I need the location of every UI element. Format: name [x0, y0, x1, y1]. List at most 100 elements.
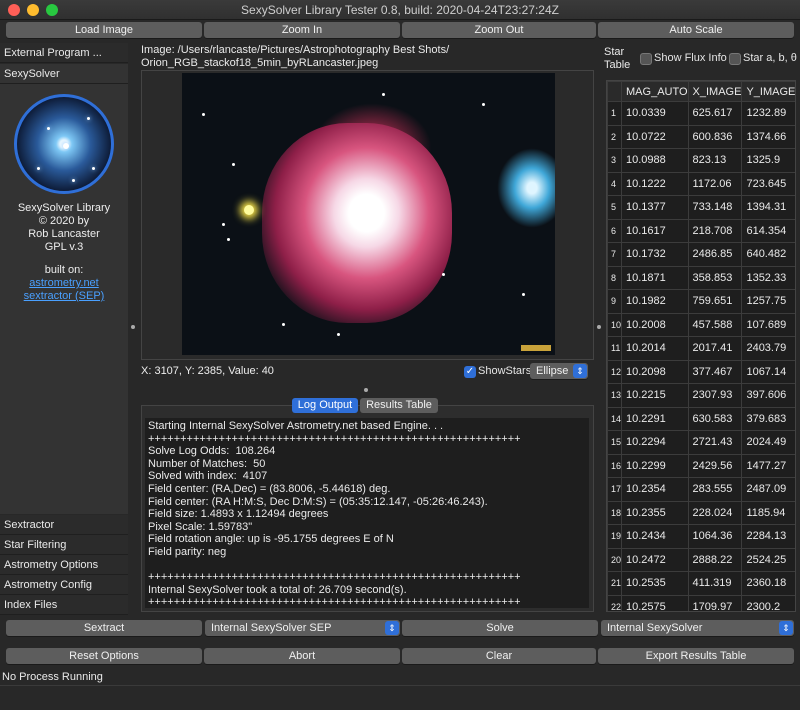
table-row[interactable]: 3 10.0988 823.13 1325.9 — [607, 148, 795, 173]
table-cell[interactable]: 823.13 — [687, 148, 743, 173]
table-cell[interactable]: 228.024 — [687, 500, 743, 525]
table-cell[interactable]: 1185.94 — [741, 500, 795, 525]
star-ab-theta-checkbox[interactable] — [729, 53, 741, 65]
table-cell[interactable]: 1067.14 — [741, 359, 795, 384]
tab-index-files[interactable]: Index Files — [0, 595, 128, 615]
tab-results-table[interactable]: Results Table — [360, 398, 438, 413]
table-cell[interactable]: 10.2014 — [621, 336, 689, 361]
log-output-text[interactable]: Starting Internal SexySolver Astrometry.… — [145, 418, 589, 608]
abort-button[interactable]: Abort — [204, 648, 400, 664]
table-cell[interactable]: 2024.49 — [741, 430, 795, 455]
table-cell[interactable]: 2360.18 — [741, 571, 795, 596]
table-cell[interactable]: 2300.2 — [741, 594, 795, 611]
table-row[interactable]: 4 10.1222 1172.06 723.645 — [607, 171, 795, 196]
table-row[interactable]: 2 10.0722 600.836 1374.66 — [607, 124, 795, 149]
table-row[interactable]: 18 10.2355 228.024 1185.94 — [607, 500, 795, 525]
sextract-engine-select[interactable]: Internal SexySolver SEP ⇕ — [205, 620, 400, 636]
table-cell[interactable]: 2429.56 — [687, 453, 743, 478]
table-row[interactable]: 9 10.1982 759.651 1257.75 — [607, 289, 795, 314]
tab-astrometry-config[interactable]: Astrometry Config — [0, 575, 128, 595]
table-cell[interactable]: 218.708 — [687, 218, 743, 243]
table-cell[interactable]: 1352.33 — [741, 265, 795, 290]
table-cell[interactable]: 640.482 — [741, 242, 795, 267]
tab-sexysolver[interactable]: SexySolver — [0, 64, 128, 84]
table-cell[interactable]: 10.0339 — [621, 101, 689, 126]
table-cell[interactable]: 10.1222 — [621, 171, 689, 196]
table-cell[interactable]: 10.2575 — [621, 594, 689, 611]
table-cell[interactable]: 10.1377 — [621, 195, 689, 220]
table-row[interactable]: 10 10.2008 457.588 107.689 — [607, 312, 795, 337]
tab-star-filtering[interactable]: Star Filtering — [0, 535, 128, 555]
table-cell[interactable]: 2888.22 — [687, 547, 743, 572]
column-header[interactable]: MAG_AUTO — [621, 81, 689, 102]
star-table[interactable]: MAG_AUTO X_IMAGE Y_IMAGE 1 10.0339 625.617… — [606, 80, 796, 612]
table-cell[interactable]: 625.617 — [687, 101, 743, 126]
column-header[interactable]: X_IMAGE — [687, 81, 743, 102]
sextract-button[interactable]: Sextract — [6, 620, 202, 636]
table-cell[interactable]: 10.2299 — [621, 453, 689, 478]
table-cell[interactable]: 10.2354 — [621, 477, 689, 502]
table-row[interactable]: 21 10.2535 411.319 2360.18 — [607, 571, 795, 596]
splitter-handle-right[interactable] — [597, 325, 601, 329]
tab-sextractor[interactable]: Sextractor — [0, 515, 128, 535]
reset-options-button[interactable]: Reset Options — [6, 648, 202, 664]
load-image-button[interactable]: Load Image — [6, 22, 202, 38]
column-header[interactable]: Y_IMAGE — [741, 81, 795, 102]
table-row[interactable]: 5 10.1377 733.148 1394.31 — [607, 195, 795, 220]
table-cell[interactable]: 2307.93 — [687, 383, 743, 408]
table-cell[interactable]: 2721.43 — [687, 430, 743, 455]
table-cell[interactable]: 1064.36 — [687, 524, 743, 549]
auto-scale-button[interactable]: Auto Scale — [598, 22, 794, 38]
table-cell[interactable]: 1374.66 — [741, 124, 795, 149]
table-cell[interactable]: 10.2294 — [621, 430, 689, 455]
table-row[interactable]: 17 10.2354 283.555 2487.09 — [607, 477, 795, 502]
table-row[interactable]: 6 10.1617 218.708 614.354 — [607, 218, 795, 243]
table-cell[interactable]: 2486.85 — [687, 242, 743, 267]
table-row[interactable]: 7 10.1732 2486.85 640.482 — [607, 242, 795, 267]
tab-external-program[interactable]: External Program ... — [0, 43, 128, 63]
table-cell[interactable]: 10.0722 — [621, 124, 689, 149]
table-cell[interactable]: 10.1732 — [621, 242, 689, 267]
table-cell[interactable]: 457.588 — [687, 312, 743, 337]
table-cell[interactable]: 1172.06 — [687, 171, 743, 196]
table-cell[interactable]: 2017.41 — [687, 336, 743, 361]
table-cell[interactable]: 379.683 — [741, 406, 795, 431]
table-row[interactable]: 12 10.2098 377.467 1067.14 — [607, 359, 795, 384]
table-cell[interactable]: 10.2008 — [621, 312, 689, 337]
table-cell[interactable]: 283.555 — [687, 477, 743, 502]
table-row[interactable]: 22 10.2575 1709.97 2300.2 — [607, 594, 795, 611]
tab-log-output[interactable]: Log Output — [292, 398, 358, 413]
table-row[interactable]: 13 10.2215 2307.93 397.606 — [607, 383, 795, 408]
table-cell[interactable]: 397.606 — [741, 383, 795, 408]
splitter-handle-bottom[interactable] — [364, 388, 368, 392]
table-cell[interactable]: 107.689 — [741, 312, 795, 337]
table-cell[interactable]: 2524.25 — [741, 547, 795, 572]
table-cell[interactable]: 10.2434 — [621, 524, 689, 549]
table-cell[interactable]: 377.467 — [687, 359, 743, 384]
table-cell[interactable]: 2403.79 — [741, 336, 795, 361]
star-shape-select[interactable]: Ellipse ⇕ — [530, 363, 588, 379]
table-cell[interactable]: 10.2355 — [621, 500, 689, 525]
zoom-out-button[interactable]: Zoom Out — [402, 22, 596, 38]
image-viewer[interactable] — [141, 70, 594, 360]
table-cell[interactable]: 10.1871 — [621, 265, 689, 290]
table-cell[interactable]: 1232.89 — [741, 101, 795, 126]
solve-button[interactable]: Solve — [402, 620, 598, 636]
table-cell[interactable]: 1394.31 — [741, 195, 795, 220]
show-stars-checkbox[interactable]: ✓ — [464, 366, 476, 378]
table-row[interactable]: 8 10.1871 358.853 1352.33 — [607, 265, 795, 290]
splitter-handle[interactable] — [131, 325, 135, 329]
table-cell[interactable]: 10.1982 — [621, 289, 689, 314]
table-row[interactable]: 14 10.2291 630.583 379.683 — [607, 406, 795, 431]
table-cell[interactable]: 630.583 — [687, 406, 743, 431]
table-row[interactable]: 15 10.2294 2721.43 2024.49 — [607, 430, 795, 455]
sextractor-link[interactable]: sextractor (SEP) — [0, 290, 128, 303]
clear-button[interactable]: Clear — [402, 648, 596, 664]
table-cell[interactable]: 411.319 — [687, 571, 743, 596]
table-cell[interactable]: 10.0988 — [621, 148, 689, 173]
table-row[interactable]: 19 10.2434 1064.36 2284.13 — [607, 524, 795, 549]
tab-astrometry-options[interactable]: Astrometry Options — [0, 555, 128, 575]
table-cell[interactable]: 1325.9 — [741, 148, 795, 173]
table-row[interactable]: 11 10.2014 2017.41 2403.79 — [607, 336, 795, 361]
table-cell[interactable]: 723.645 — [741, 171, 795, 196]
